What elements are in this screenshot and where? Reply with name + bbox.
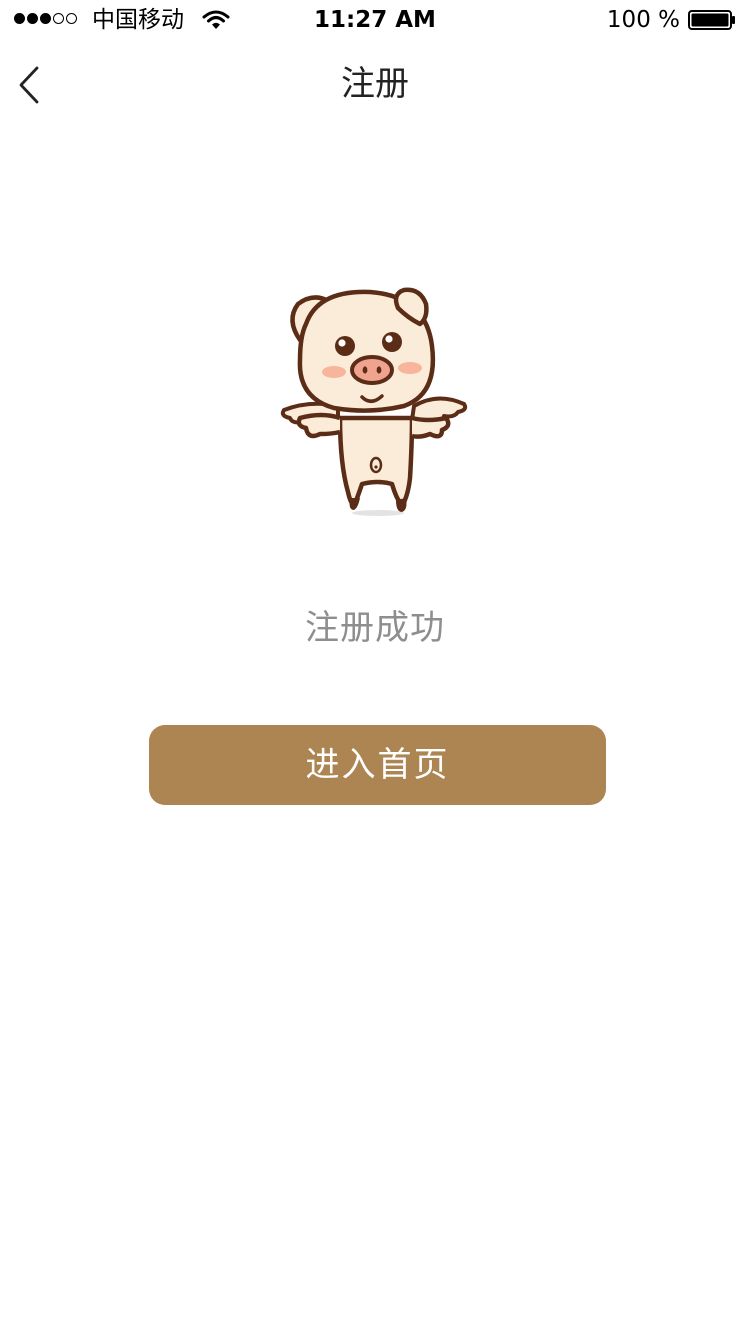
registration-success-message: 注册成功 <box>305 608 445 648</box>
pig-mascot-illustration <box>280 287 468 516</box>
enter-home-button[interactable]: 进入首页 <box>149 725 606 805</box>
battery-icon <box>688 10 735 30</box>
page-title: 注册 <box>341 64 409 104</box>
status-bar: 中国移动 11:27 AM 100 % <box>0 0 750 40</box>
navigation-bar: 注册 <box>0 40 750 128</box>
battery-percentage: 100 % <box>606 7 680 33</box>
